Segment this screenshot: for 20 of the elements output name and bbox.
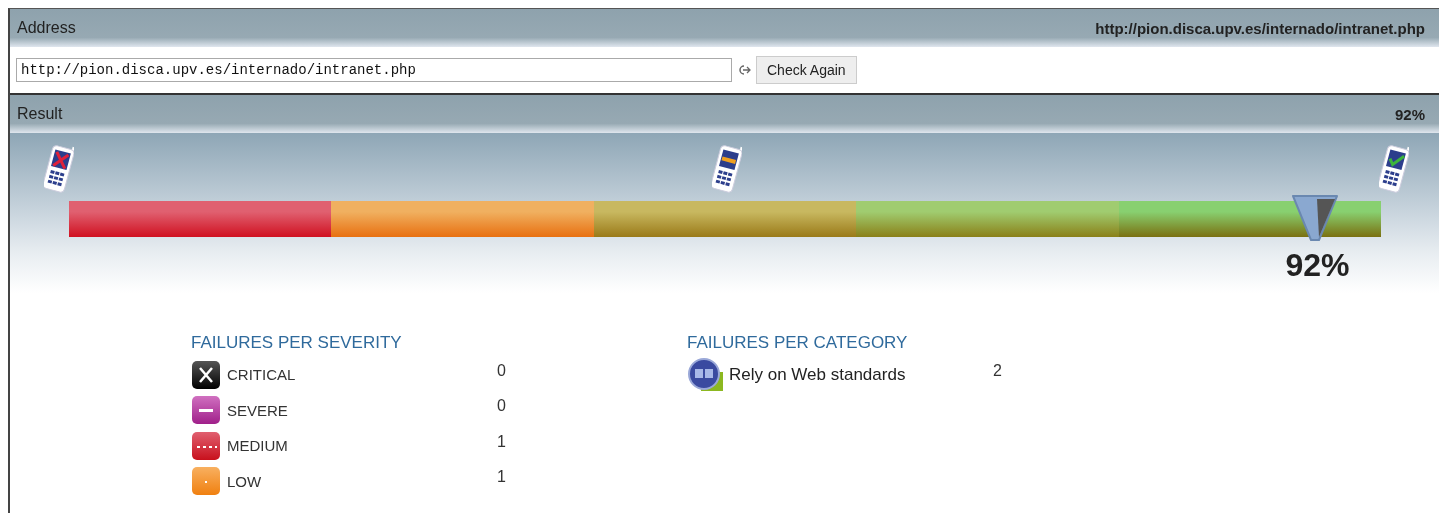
failure-count: 0 [497, 397, 506, 416]
go-icon [736, 64, 752, 76]
section-title: Address [17, 19, 76, 37]
list-heading: FAILURES PER SEVERITY [191, 333, 403, 353]
book-icon [687, 357, 725, 392]
failure-count: 2 [993, 361, 1002, 380]
failure-count: 1 [497, 468, 506, 487]
url-field[interactable]: http://pion.disca.upv.es/internado/intranet.php [16, 58, 732, 82]
severity-label: SEVERE [227, 401, 289, 419]
failure-count: 1 [497, 432, 506, 451]
category-label: Rely on Web standards [729, 364, 907, 385]
score-value: 92% [1394, 105, 1425, 123]
failure-count: 0 [497, 361, 506, 380]
severity-label: CRITICAL [227, 366, 297, 384]
check-again-button[interactable]: Check Again [756, 56, 857, 84]
page-url: http://pion.disca.upv.es/internado/intranet.php [1095, 19, 1425, 37]
list-heading: FAILURES PER CATEGORY [687, 333, 909, 353]
section-title: Result [17, 105, 63, 123]
severity-label: MEDIUM [227, 437, 289, 455]
severity-label: LOW [227, 472, 263, 490]
